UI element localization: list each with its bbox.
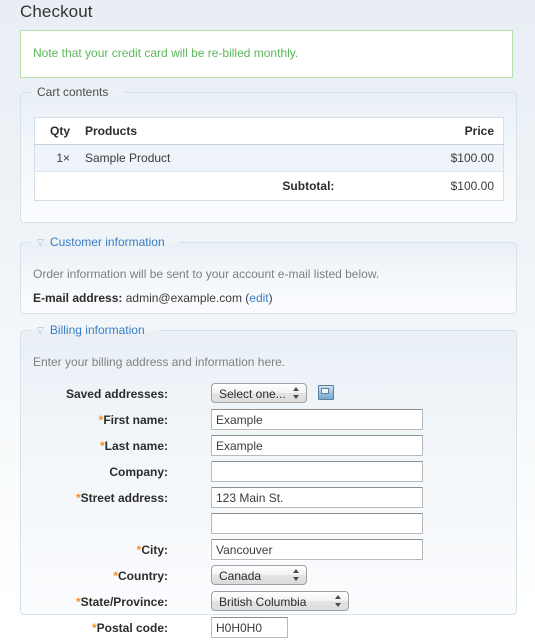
address-book-icon[interactable] xyxy=(318,384,335,400)
table-row: 1× Sample Product $100.00 xyxy=(34,144,504,172)
cart-table: Qty Products Price 1× Sample Product $10… xyxy=(34,117,504,201)
street-address-label: *Street address: xyxy=(76,491,168,505)
last-name-label: *Last name: xyxy=(100,439,168,453)
country-field-wrap: Canada xyxy=(211,565,307,585)
column-header-products: Products xyxy=(76,117,344,145)
company-field-wrap xyxy=(211,461,423,482)
state-province-select[interactable]: British Columbia xyxy=(211,591,349,611)
subtotal-label: Subtotal: xyxy=(282,179,335,193)
street-address-label-text: Street address: xyxy=(80,491,168,505)
street-address-field-wrap xyxy=(211,487,423,508)
last-name-field-wrap xyxy=(211,435,423,456)
email-address-value: admin@example.com xyxy=(125,291,242,305)
country-label-text: Country: xyxy=(118,569,168,583)
company-input[interactable] xyxy=(211,461,423,482)
saved-addresses-select[interactable]: Select one... xyxy=(211,383,307,403)
cell-qty: 1× xyxy=(34,144,76,172)
customer-information-legend[interactable]: ▽ Customer information xyxy=(33,235,171,250)
triangle-down-icon: ▽ xyxy=(37,237,44,247)
form-row-last-name: *Last name: xyxy=(21,435,516,461)
select-arrows-icon xyxy=(293,386,300,400)
last-name-label-text: Last name: xyxy=(104,439,168,453)
street-address-2-field-wrap xyxy=(211,513,423,534)
cell-product-name: Sample Product xyxy=(76,144,344,172)
subtotal-value: $100.00 xyxy=(343,171,504,201)
state-province-label-text: State/Province: xyxy=(80,595,168,609)
form-row-saved-addresses: Saved addresses: Select one... xyxy=(21,383,516,409)
customer-description: Order information will be sent to your a… xyxy=(33,267,380,281)
customer-information-fieldset: ▽ Customer information Order information … xyxy=(20,235,517,314)
billing-information-legend-label: Billing information xyxy=(49,323,145,337)
first-name-label-text: First name: xyxy=(103,413,168,427)
billing-description: Enter your billing address and informati… xyxy=(33,355,286,369)
city-input[interactable] xyxy=(211,539,423,560)
column-header-qty: Qty xyxy=(34,117,76,145)
billing-notice: Note that your credit card will be re-bi… xyxy=(20,30,513,78)
form-row-country: *Country: Canada xyxy=(21,565,516,591)
country-select[interactable]: Canada xyxy=(211,565,307,585)
cart-contents-legend: Cart contents xyxy=(37,85,109,99)
saved-addresses-field-wrap: Select one... xyxy=(211,383,335,403)
cart-table-head: Qty Products Price xyxy=(34,117,504,145)
subtotal-label-cell: Subtotal: xyxy=(34,171,344,201)
billing-information-fieldset: ▽ Billing information Enter your billing … xyxy=(20,323,517,638)
state-province-field-wrap: British Columbia xyxy=(211,591,349,611)
address-book-icon-page xyxy=(321,387,330,394)
postal-code-label: *Postal code: xyxy=(92,621,168,635)
email-address-label: E-mail address: xyxy=(33,291,123,305)
state-province-selected-value: British Columbia xyxy=(219,595,307,609)
state-province-label: *State/Province: xyxy=(76,595,168,609)
billing-notice-text: Note that your credit card will be re-bi… xyxy=(33,46,299,60)
city-label-text: City: xyxy=(141,543,168,557)
last-name-input[interactable] xyxy=(211,435,423,456)
billing-form: Saved addresses: Select one... *First na… xyxy=(21,383,516,643)
country-label: *Country: xyxy=(113,569,168,583)
first-name-label: *First name: xyxy=(99,413,168,427)
form-row-street-address-2 xyxy=(21,513,516,539)
city-label: *City: xyxy=(137,543,168,557)
postal-code-input[interactable] xyxy=(211,617,288,638)
first-name-input[interactable] xyxy=(211,409,423,430)
select-arrows-icon xyxy=(335,594,342,608)
postal-code-field-wrap xyxy=(211,617,288,638)
cart-table-body: 1× Sample Product $100.00 Subtotal: $100… xyxy=(34,144,504,201)
customer-email-line: E-mail address: admin@example.com (edit) xyxy=(33,291,273,305)
saved-addresses-label: Saved addresses: xyxy=(65,387,168,401)
form-row-city: *City: xyxy=(21,539,516,565)
form-row-street-address: *Street address: xyxy=(21,487,516,513)
saved-addresses-selected-value: Select one... xyxy=(219,387,286,401)
checkout-page: Checkout Note that your credit card will… xyxy=(0,0,535,638)
cart-contents-fieldset: Cart contents Qty Products Price 1× Samp… xyxy=(20,85,517,223)
first-name-field-wrap xyxy=(211,409,423,430)
cart-table-header-row: Qty Products Price xyxy=(34,117,504,145)
form-row-postal-code: *Postal code: xyxy=(21,617,516,643)
triangle-down-icon: ▽ xyxy=(37,325,44,335)
column-header-price: Price xyxy=(343,117,504,145)
city-field-wrap xyxy=(211,539,423,560)
company-label: Company: xyxy=(109,465,168,479)
country-selected-value: Canada xyxy=(219,569,262,583)
customer-information-legend-label: Customer information xyxy=(49,235,165,249)
form-row-first-name: *First name: xyxy=(21,409,516,435)
street-address-input[interactable] xyxy=(211,487,423,508)
select-arrows-icon xyxy=(293,568,300,582)
form-row-state-province: *State/Province: British Columbia xyxy=(21,591,516,617)
edit-email-link[interactable]: edit xyxy=(249,291,268,305)
table-row-subtotal: Subtotal: $100.00 xyxy=(34,171,504,201)
company-label-text: Company: xyxy=(109,465,168,479)
form-row-company: Company: xyxy=(21,461,516,487)
edit-close-paren: ) xyxy=(268,291,273,305)
street-address-2-input[interactable] xyxy=(211,513,423,534)
billing-information-legend[interactable]: ▽ Billing information xyxy=(33,323,151,338)
cell-price: $100.00 xyxy=(343,144,504,172)
page-title: Checkout xyxy=(20,2,93,21)
postal-code-label-text: Postal code: xyxy=(96,621,168,635)
